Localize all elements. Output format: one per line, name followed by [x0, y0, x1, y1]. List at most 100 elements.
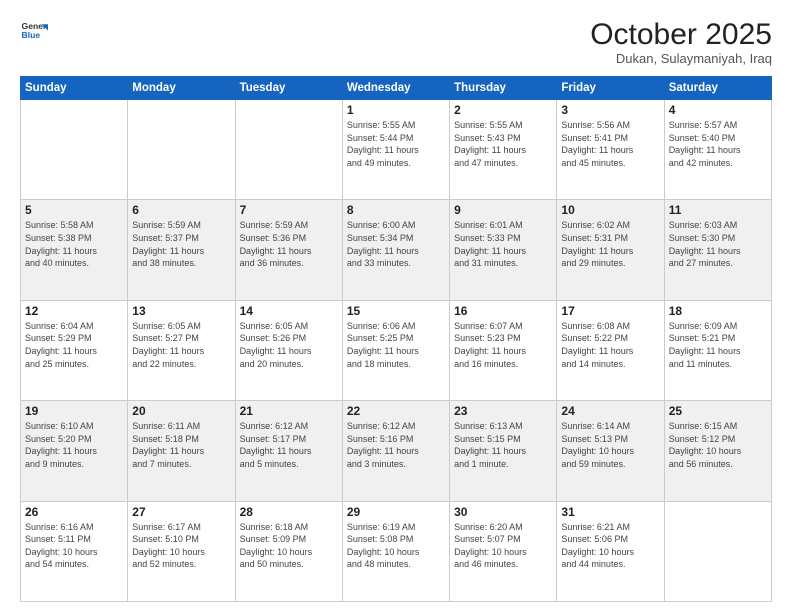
day-number: 11 [669, 203, 767, 217]
day-info: Sunrise: 5:55 AM Sunset: 5:44 PM Dayligh… [347, 119, 445, 169]
calendar-cell [128, 100, 235, 200]
day-number: 8 [347, 203, 445, 217]
day-info: Sunrise: 6:11 AM Sunset: 5:18 PM Dayligh… [132, 420, 230, 470]
weekday-header: Wednesday [342, 77, 449, 100]
calendar-cell: 18 Sunrise: 6:09 AM Sunset: 5:21 PM Dayli… [664, 300, 771, 400]
day-info: Sunrise: 6:17 AM Sunset: 5:10 PM Dayligh… [132, 521, 230, 571]
day-number: 15 [347, 304, 445, 318]
calendar-cell: 3 Sunrise: 5:56 AM Sunset: 5:41 PM Daylig… [557, 100, 664, 200]
calendar-cell [235, 100, 342, 200]
calendar-cell: 22 Sunrise: 6:12 AM Sunset: 5:16 PM Dayli… [342, 401, 449, 501]
calendar-cell: 14 Sunrise: 6:05 AM Sunset: 5:26 PM Dayli… [235, 300, 342, 400]
weekday-header: Monday [128, 77, 235, 100]
day-info: Sunrise: 6:15 AM Sunset: 5:12 PM Dayligh… [669, 420, 767, 470]
day-number: 17 [561, 304, 659, 318]
calendar-cell [21, 100, 128, 200]
day-number: 3 [561, 103, 659, 117]
day-number: 18 [669, 304, 767, 318]
day-number: 13 [132, 304, 230, 318]
day-number: 25 [669, 404, 767, 418]
day-number: 4 [669, 103, 767, 117]
logo: General Blue [20, 18, 48, 46]
day-info: Sunrise: 6:00 AM Sunset: 5:34 PM Dayligh… [347, 219, 445, 269]
day-info: Sunrise: 6:05 AM Sunset: 5:26 PM Dayligh… [240, 320, 338, 370]
calendar-cell: 27 Sunrise: 6:17 AM Sunset: 5:10 PM Dayli… [128, 501, 235, 601]
day-number: 9 [454, 203, 552, 217]
weekday-header: Thursday [450, 77, 557, 100]
day-number: 30 [454, 505, 552, 519]
day-info: Sunrise: 6:03 AM Sunset: 5:30 PM Dayligh… [669, 219, 767, 269]
calendar-cell: 16 Sunrise: 6:07 AM Sunset: 5:23 PM Dayli… [450, 300, 557, 400]
day-info: Sunrise: 6:14 AM Sunset: 5:13 PM Dayligh… [561, 420, 659, 470]
calendar-cell: 21 Sunrise: 6:12 AM Sunset: 5:17 PM Dayli… [235, 401, 342, 501]
day-number: 29 [347, 505, 445, 519]
day-info: Sunrise: 6:06 AM Sunset: 5:25 PM Dayligh… [347, 320, 445, 370]
day-number: 10 [561, 203, 659, 217]
day-info: Sunrise: 5:56 AM Sunset: 5:41 PM Dayligh… [561, 119, 659, 169]
day-info: Sunrise: 6:02 AM Sunset: 5:31 PM Dayligh… [561, 219, 659, 269]
weekday-header: Sunday [21, 77, 128, 100]
day-number: 19 [25, 404, 123, 418]
day-info: Sunrise: 5:57 AM Sunset: 5:40 PM Dayligh… [669, 119, 767, 169]
day-info: Sunrise: 6:18 AM Sunset: 5:09 PM Dayligh… [240, 521, 338, 571]
day-number: 16 [454, 304, 552, 318]
calendar-cell: 20 Sunrise: 6:11 AM Sunset: 5:18 PM Dayli… [128, 401, 235, 501]
calendar-cell: 15 Sunrise: 6:06 AM Sunset: 5:25 PM Dayli… [342, 300, 449, 400]
day-number: 7 [240, 203, 338, 217]
calendar-cell [664, 501, 771, 601]
day-info: Sunrise: 6:01 AM Sunset: 5:33 PM Dayligh… [454, 219, 552, 269]
day-info: Sunrise: 5:59 AM Sunset: 5:36 PM Dayligh… [240, 219, 338, 269]
day-info: Sunrise: 6:07 AM Sunset: 5:23 PM Dayligh… [454, 320, 552, 370]
day-number: 22 [347, 404, 445, 418]
day-info: Sunrise: 5:58 AM Sunset: 5:38 PM Dayligh… [25, 219, 123, 269]
day-info: Sunrise: 6:05 AM Sunset: 5:27 PM Dayligh… [132, 320, 230, 370]
day-number: 31 [561, 505, 659, 519]
day-info: Sunrise: 6:12 AM Sunset: 5:17 PM Dayligh… [240, 420, 338, 470]
calendar-cell: 7 Sunrise: 5:59 AM Sunset: 5:36 PM Daylig… [235, 200, 342, 300]
day-info: Sunrise: 6:19 AM Sunset: 5:08 PM Dayligh… [347, 521, 445, 571]
calendar-cell: 10 Sunrise: 6:02 AM Sunset: 5:31 PM Dayli… [557, 200, 664, 300]
day-number: 5 [25, 203, 123, 217]
day-number: 23 [454, 404, 552, 418]
day-info: Sunrise: 5:55 AM Sunset: 5:43 PM Dayligh… [454, 119, 552, 169]
weekday-header: Saturday [664, 77, 771, 100]
day-info: Sunrise: 6:20 AM Sunset: 5:07 PM Dayligh… [454, 521, 552, 571]
calendar-cell: 8 Sunrise: 6:00 AM Sunset: 5:34 PM Daylig… [342, 200, 449, 300]
calendar-location: Dukan, Sulaymaniyah, Iraq [590, 51, 772, 66]
calendar-cell: 28 Sunrise: 6:18 AM Sunset: 5:09 PM Dayli… [235, 501, 342, 601]
calendar-cell: 11 Sunrise: 6:03 AM Sunset: 5:30 PM Dayli… [664, 200, 771, 300]
calendar-cell: 5 Sunrise: 5:58 AM Sunset: 5:38 PM Daylig… [21, 200, 128, 300]
weekday-header: Tuesday [235, 77, 342, 100]
day-number: 27 [132, 505, 230, 519]
day-number: 6 [132, 203, 230, 217]
calendar-cell: 12 Sunrise: 6:04 AM Sunset: 5:29 PM Dayli… [21, 300, 128, 400]
day-info: Sunrise: 6:04 AM Sunset: 5:29 PM Dayligh… [25, 320, 123, 370]
day-info: Sunrise: 6:08 AM Sunset: 5:22 PM Dayligh… [561, 320, 659, 370]
day-info: Sunrise: 6:09 AM Sunset: 5:21 PM Dayligh… [669, 320, 767, 370]
day-info: Sunrise: 6:21 AM Sunset: 5:06 PM Dayligh… [561, 521, 659, 571]
calendar-cell: 4 Sunrise: 5:57 AM Sunset: 5:40 PM Daylig… [664, 100, 771, 200]
calendar-cell: 30 Sunrise: 6:20 AM Sunset: 5:07 PM Dayli… [450, 501, 557, 601]
calendar-cell: 26 Sunrise: 6:16 AM Sunset: 5:11 PM Dayli… [21, 501, 128, 601]
day-number: 14 [240, 304, 338, 318]
calendar-cell: 9 Sunrise: 6:01 AM Sunset: 5:33 PM Daylig… [450, 200, 557, 300]
day-info: Sunrise: 6:12 AM Sunset: 5:16 PM Dayligh… [347, 420, 445, 470]
day-number: 28 [240, 505, 338, 519]
day-info: Sunrise: 6:10 AM Sunset: 5:20 PM Dayligh… [25, 420, 123, 470]
calendar-cell: 31 Sunrise: 6:21 AM Sunset: 5:06 PM Dayli… [557, 501, 664, 601]
calendar-cell: 19 Sunrise: 6:10 AM Sunset: 5:20 PM Dayli… [21, 401, 128, 501]
day-number: 2 [454, 103, 552, 117]
calendar-cell: 17 Sunrise: 6:08 AM Sunset: 5:22 PM Dayli… [557, 300, 664, 400]
day-number: 12 [25, 304, 123, 318]
day-info: Sunrise: 6:13 AM Sunset: 5:15 PM Dayligh… [454, 420, 552, 470]
svg-text:Blue: Blue [22, 30, 41, 40]
day-info: Sunrise: 6:16 AM Sunset: 5:11 PM Dayligh… [25, 521, 123, 571]
day-number: 21 [240, 404, 338, 418]
calendar-cell: 6 Sunrise: 5:59 AM Sunset: 5:37 PM Daylig… [128, 200, 235, 300]
day-info: Sunrise: 5:59 AM Sunset: 5:37 PM Dayligh… [132, 219, 230, 269]
calendar-cell: 25 Sunrise: 6:15 AM Sunset: 5:12 PM Dayli… [664, 401, 771, 501]
day-number: 26 [25, 505, 123, 519]
calendar-title: October 2025 [590, 18, 772, 51]
calendar-cell: 29 Sunrise: 6:19 AM Sunset: 5:08 PM Dayli… [342, 501, 449, 601]
day-number: 20 [132, 404, 230, 418]
